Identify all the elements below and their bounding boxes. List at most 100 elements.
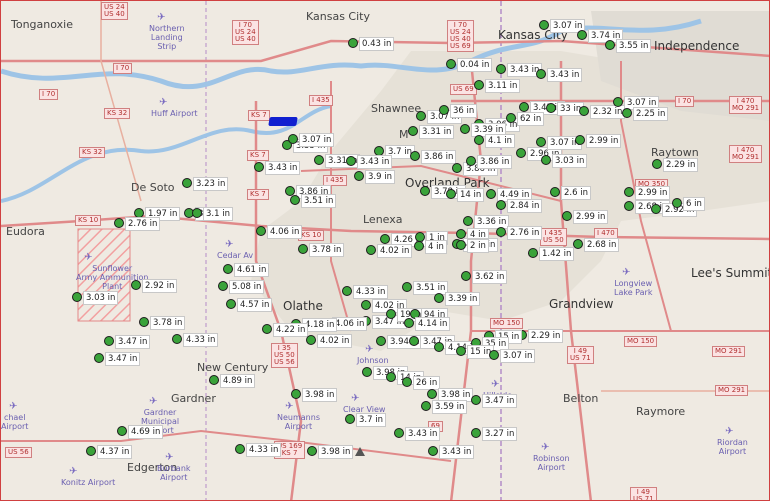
station-marker[interactable] bbox=[575, 135, 585, 145]
station-marker[interactable] bbox=[471, 395, 481, 405]
station-marker[interactable] bbox=[579, 106, 589, 116]
precip-value-label[interactable]: 4 in bbox=[425, 240, 447, 254]
precip-value-label[interactable]: 3.43 in bbox=[439, 445, 475, 459]
station-marker[interactable] bbox=[421, 401, 431, 411]
precip-value-label[interactable]: 3.27 in bbox=[482, 427, 518, 441]
station-marker[interactable] bbox=[528, 248, 538, 258]
precip-value-label[interactable]: 4.06 in bbox=[267, 225, 303, 239]
station-marker[interactable] bbox=[651, 204, 661, 214]
precip-value-label[interactable]: 3.11 in bbox=[485, 79, 521, 93]
station-marker[interactable] bbox=[550, 187, 560, 197]
station-marker[interactable] bbox=[496, 227, 506, 237]
station-marker[interactable] bbox=[577, 30, 587, 40]
precip-value-label[interactable]: 3.36 in bbox=[474, 215, 510, 229]
station-marker[interactable] bbox=[416, 111, 426, 121]
precip-value-label[interactable]: 3.98 in bbox=[318, 445, 354, 459]
precip-value-label[interactable]: 2.76 in bbox=[507, 226, 543, 240]
station-marker[interactable] bbox=[254, 162, 264, 172]
precip-value-label[interactable]: 2.25 in bbox=[633, 107, 669, 121]
precip-value-label[interactable]: 3.47 in bbox=[482, 394, 518, 408]
station-marker[interactable] bbox=[386, 309, 396, 319]
station-marker[interactable] bbox=[262, 324, 272, 334]
precip-value-label[interactable]: 4.14 in bbox=[415, 317, 451, 331]
precip-value-label[interactable]: 3.47 in bbox=[105, 352, 141, 366]
station-marker[interactable] bbox=[486, 189, 496, 199]
station-marker[interactable] bbox=[624, 187, 634, 197]
station-marker[interactable] bbox=[386, 372, 396, 382]
station-marker[interactable] bbox=[404, 318, 414, 328]
station-marker[interactable] bbox=[256, 226, 266, 236]
station-marker[interactable] bbox=[314, 155, 324, 165]
precip-value-label[interactable]: 2 in bbox=[467, 239, 489, 253]
station-marker[interactable] bbox=[427, 389, 437, 399]
station-marker[interactable] bbox=[516, 148, 526, 158]
station-marker[interactable] bbox=[342, 286, 352, 296]
station-marker[interactable] bbox=[366, 245, 376, 255]
precip-value-label[interactable]: 4.02 in bbox=[377, 244, 413, 258]
station-marker[interactable] bbox=[461, 271, 471, 281]
precip-value-label[interactable]: 3.86 in bbox=[477, 155, 513, 169]
station-marker[interactable] bbox=[409, 336, 419, 346]
precip-value-label[interactable]: 3.98 in bbox=[302, 388, 338, 402]
station-marker[interactable] bbox=[452, 163, 462, 173]
station-marker[interactable] bbox=[306, 335, 316, 345]
station-marker[interactable] bbox=[376, 336, 386, 346]
station-marker[interactable] bbox=[434, 293, 444, 303]
precip-value-label[interactable]: 3.55 in bbox=[616, 39, 652, 53]
precip-value-label[interactable]: 4.33 in bbox=[183, 333, 219, 347]
station-marker[interactable] bbox=[420, 186, 430, 196]
precip-value-label[interactable]: 3.43 in bbox=[547, 68, 583, 82]
station-marker[interactable] bbox=[446, 59, 456, 69]
station-marker[interactable] bbox=[192, 208, 202, 218]
precip-value-label[interactable]: 2.99 in bbox=[586, 134, 622, 148]
station-marker[interactable] bbox=[466, 156, 476, 166]
precip-value-label[interactable]: 4.61 in bbox=[234, 263, 270, 277]
station-marker[interactable] bbox=[131, 280, 141, 290]
precip-value-label[interactable]: 3.07 in bbox=[500, 349, 536, 363]
station-marker[interactable] bbox=[541, 155, 551, 165]
station-marker[interactable] bbox=[460, 124, 470, 134]
station-marker[interactable] bbox=[394, 428, 404, 438]
station-marker[interactable] bbox=[496, 200, 506, 210]
station-marker[interactable] bbox=[402, 282, 412, 292]
station-marker[interactable] bbox=[672, 198, 682, 208]
station-marker[interactable] bbox=[456, 240, 466, 250]
map-canvas[interactable]: Tonganoxie Kansas City Kansas City Independ… bbox=[0, 0, 770, 501]
precip-value-label[interactable]: 4.33 in bbox=[246, 443, 282, 457]
station-marker[interactable] bbox=[573, 239, 583, 249]
station-marker[interactable] bbox=[471, 428, 481, 438]
station-marker[interactable] bbox=[307, 446, 317, 456]
precip-value-label[interactable]: 4.69 in bbox=[128, 425, 164, 439]
station-marker[interactable] bbox=[489, 350, 499, 360]
station-marker[interactable] bbox=[622, 108, 632, 118]
station-marker[interactable] bbox=[605, 40, 615, 50]
precip-value-label[interactable]: 2.29 in bbox=[528, 329, 564, 343]
station-marker[interactable] bbox=[536, 137, 546, 147]
precip-value-label[interactable]: 3.31 in bbox=[419, 125, 455, 139]
precip-value-label[interactable]: 6 in bbox=[683, 197, 705, 211]
precip-value-label[interactable]: 3.59 in bbox=[432, 400, 468, 414]
precip-value-label[interactable]: 4.37 in bbox=[97, 445, 133, 459]
precip-value-label[interactable]: 36 in bbox=[450, 104, 478, 118]
station-marker[interactable] bbox=[613, 97, 623, 107]
station-marker[interactable] bbox=[209, 375, 219, 385]
precip-value-label[interactable]: 0.43 in bbox=[359, 37, 395, 51]
precip-value-label[interactable]: 3.07 in bbox=[299, 133, 335, 147]
station-marker[interactable] bbox=[346, 156, 356, 166]
precip-value-label[interactable]: 2.99 in bbox=[573, 210, 609, 224]
station-marker[interactable] bbox=[104, 336, 114, 346]
station-marker[interactable] bbox=[536, 69, 546, 79]
station-marker[interactable] bbox=[361, 300, 371, 310]
station-marker[interactable] bbox=[223, 264, 233, 274]
precip-value-label[interactable]: 2.32 in bbox=[590, 105, 626, 119]
precip-value-label[interactable]: 3.1 in bbox=[203, 207, 233, 221]
station-marker[interactable] bbox=[456, 346, 466, 356]
precip-value-label[interactable]: 2.76 in bbox=[125, 217, 161, 231]
precip-value-label[interactable]: 1.42 in bbox=[539, 247, 575, 261]
station-marker[interactable] bbox=[463, 216, 473, 226]
precip-value-label[interactable]: 5.08 in bbox=[229, 280, 265, 294]
station-marker[interactable] bbox=[139, 317, 149, 327]
station-marker[interactable] bbox=[94, 353, 104, 363]
station-marker[interactable] bbox=[519, 102, 529, 112]
station-marker[interactable] bbox=[117, 426, 127, 436]
